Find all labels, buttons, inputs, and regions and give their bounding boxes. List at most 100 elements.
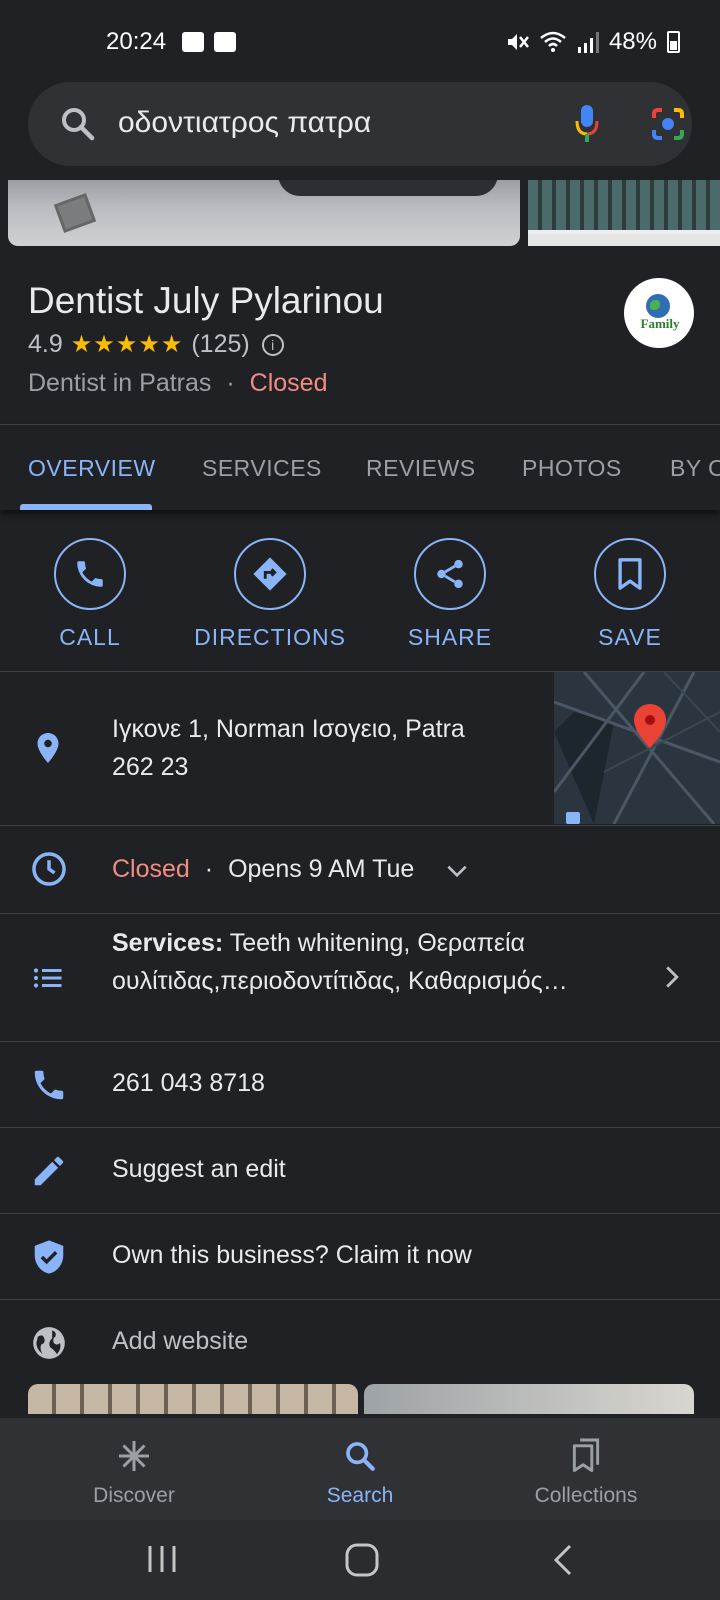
system-nav-bar [0, 1520, 720, 1600]
directions-circle[interactable] [234, 538, 306, 610]
gallery-notification-icon [182, 32, 204, 52]
nav-collections-label: Collections [534, 1484, 638, 1507]
microphone-icon[interactable] [574, 104, 600, 144]
tab-services[interactable]: SERVICES [202, 455, 322, 482]
hours-separator: · [204, 855, 214, 883]
claim-business-row[interactable]: Own this business? Claim it now [0, 1214, 720, 1300]
back-icon[interactable] [550, 1542, 576, 1578]
category-line: Dentist in Patras · Closed [28, 369, 327, 398]
directions-label: DIRECTIONS [194, 624, 346, 650]
tab-by-owner[interactable]: BY O [670, 455, 720, 482]
suggest-edit-text: Suggest an edit [112, 1155, 286, 1183]
tab-indicator [20, 504, 152, 510]
pencil-icon [34, 1156, 64, 1186]
photo-thumbnail[interactable] [28, 1384, 358, 1414]
bookmark-icon [618, 558, 642, 590]
location-pin-icon [37, 733, 59, 763]
nav-discover[interactable]: Discover [34, 1436, 234, 1508]
photo-car [278, 180, 498, 196]
share-circle[interactable] [414, 538, 486, 610]
nav-search-label: Search [326, 1484, 394, 1507]
services-text: Services: Teeth whitening, Θεραπεία ουλί… [112, 924, 568, 1000]
nav-discover-label: Discover [93, 1484, 175, 1507]
search-bar[interactable]: οδοντιατρος πατρα [28, 82, 692, 166]
bottom-nav: Discover Search Collections [0, 1418, 720, 1520]
photo-thumbnail[interactable] [364, 1384, 694, 1414]
save-button[interactable]: SAVE [540, 538, 720, 651]
nav-search[interactable]: Search [260, 1436, 460, 1508]
call-label: CALL [59, 624, 121, 650]
add-website-text: Add website [112, 1327, 249, 1355]
wifi-icon [540, 31, 566, 52]
battery-percent: 48% [608, 28, 657, 55]
nav-collections[interactable]: Collections [486, 1436, 686, 1508]
suggest-edit-row[interactable]: Suggest an edit [0, 1128, 720, 1214]
services-label: Services: [112, 929, 224, 957]
claim-text: Own this business? Claim it now [112, 1241, 472, 1269]
review-count: (125) [191, 330, 250, 358]
map-roads [554, 672, 720, 824]
asterisk-icon [119, 1441, 149, 1471]
chevron-right-icon[interactable] [660, 962, 684, 992]
phone-row[interactable]: 261 043 8718 [0, 1042, 720, 1128]
logo-text: Family [640, 316, 680, 331]
recent-apps-icon[interactable] [146, 1542, 178, 1576]
category: Dentist in Patras [28, 369, 212, 397]
camera-notification-icon [214, 32, 236, 52]
globe-icon [33, 1327, 65, 1359]
place-photo[interactable] [8, 180, 520, 246]
google-lens-icon[interactable] [650, 106, 686, 142]
tab-photos[interactable]: PHOTOS [522, 455, 622, 482]
call-button[interactable]: CALL [0, 538, 180, 651]
save-label: SAVE [598, 624, 662, 650]
info-icon[interactable]: i [261, 333, 284, 356]
address-line1: Ιγκονε 1, Norman Ισογειο, Patra [112, 715, 465, 743]
map-thumbnail[interactable] [554, 672, 720, 824]
business-logo[interactable]: Family [624, 278, 694, 348]
search-input[interactable]: οδοντιατρος πατρα [118, 106, 371, 140]
hours-text: Closed · Opens 9 AM Tue [112, 850, 414, 888]
collections-icon [572, 1438, 600, 1472]
search-icon[interactable] [58, 104, 98, 144]
hours-row[interactable]: Closed · Opens 9 AM Tue [0, 826, 720, 914]
globe-icon [646, 294, 670, 318]
search-icon [346, 1442, 375, 1471]
share-icon [437, 559, 463, 589]
share-label: SHARE [407, 624, 493, 650]
status-right: 48% [505, 28, 680, 56]
call-circle[interactable] [54, 538, 126, 610]
place-title: Dentist July Pylarinou [28, 280, 384, 321]
chevron-down-icon[interactable] [444, 858, 470, 884]
add-website-row[interactable]: Add website [0, 1300, 720, 1386]
services-row[interactable]: Services: Teeth whitening, Θεραπεία ουλί… [0, 914, 720, 1042]
star-rating: ★★★★★ [70, 331, 184, 358]
phone-number: 261 043 8718 [112, 1069, 265, 1097]
clock-icon [32, 852, 66, 886]
services-line2: ουλίτιδας,περιοδοντίτιδας, Καθαρισμός… [112, 967, 568, 995]
mute-icon [507, 34, 529, 50]
notification-icons [182, 32, 236, 52]
directions-button[interactable]: DIRECTIONS [180, 538, 360, 651]
phone-icon [77, 561, 103, 587]
rating-value: 4.9 [28, 330, 63, 358]
phone-icon [34, 1070, 64, 1100]
photo-base [528, 234, 720, 246]
open-status: Closed [249, 369, 328, 397]
services-line1: Teeth whitening, Θεραπεία [229, 929, 525, 957]
verified-shield-icon [34, 1240, 64, 1274]
signal-icon [577, 32, 599, 53]
action-buttons: CALL DIRECTIONS SHARE SAVE [0, 528, 720, 672]
home-icon[interactable] [344, 1542, 380, 1578]
share-button[interactable]: SHARE [360, 538, 540, 651]
hours-next: Opens 9 AM Tue [228, 855, 415, 883]
save-circle[interactable] [594, 538, 666, 610]
list-icon [33, 968, 62, 988]
address-row[interactable]: Ιγκονε 1, Norman Ισογειο, Patra 262 23 [0, 672, 720, 826]
rating-row[interactable]: 4.9 ★★★★★ (125) i [28, 330, 284, 359]
address-line2: 262 23 [112, 753, 189, 781]
separator-dot: · [226, 369, 235, 397]
tab-overview[interactable]: OVERVIEW [28, 455, 156, 482]
place-photo[interactable] [528, 180, 720, 246]
hours-status: Closed [112, 855, 190, 883]
tab-reviews[interactable]: REVIEWS [366, 455, 476, 482]
